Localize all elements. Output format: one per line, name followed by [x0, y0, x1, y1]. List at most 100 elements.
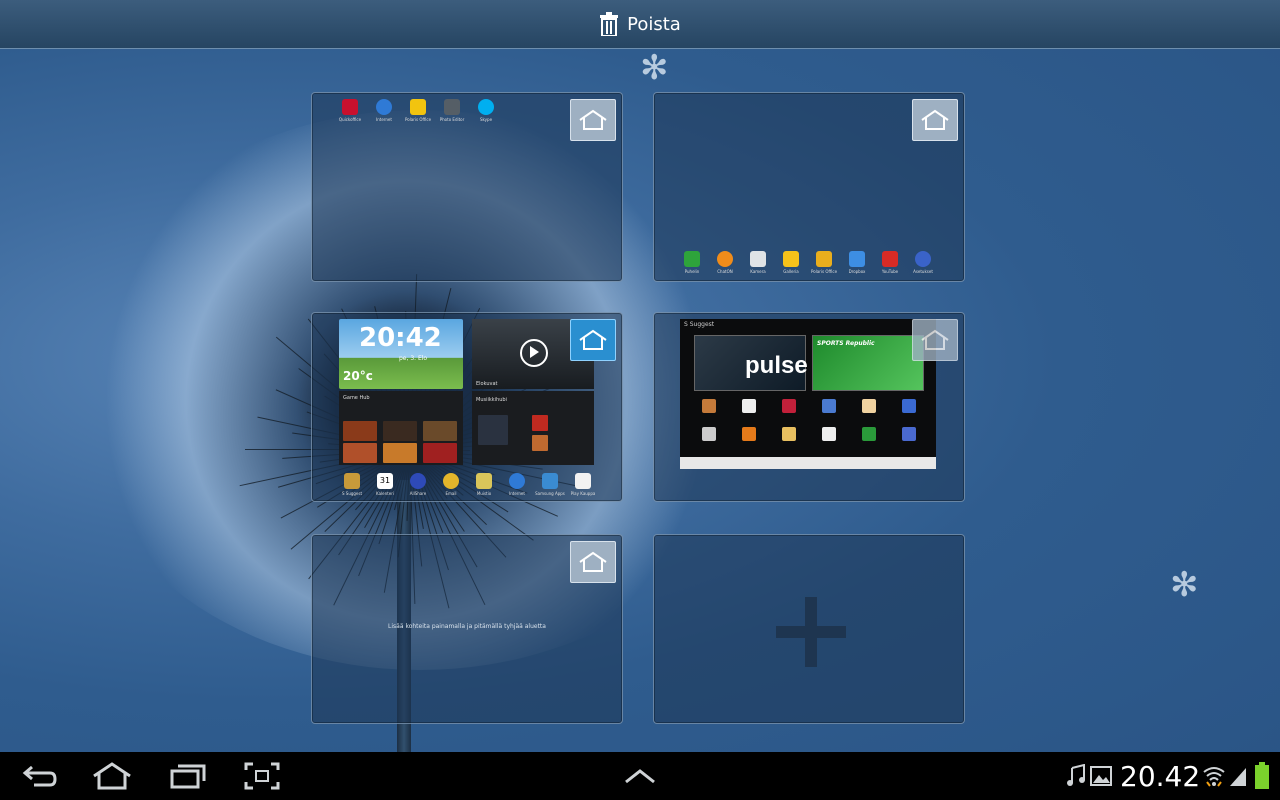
recent-apps-button[interactable] [162, 760, 214, 792]
app-quickoffice: Quickoffice [338, 99, 362, 122]
samsung-apps-icon [542, 473, 558, 489]
app-s-suggest: S Suggest [342, 473, 362, 496]
email-icon [443, 473, 459, 489]
back-button[interactable] [14, 760, 66, 792]
app-polaris: Polaris Office [811, 251, 837, 274]
image-icon [1090, 766, 1112, 786]
game-tile [383, 421, 417, 441]
app-label: Internet [509, 491, 525, 496]
app-label: Play Kauppa [570, 491, 596, 496]
trash-icon [600, 12, 619, 36]
home-icon [579, 551, 607, 572]
screenshot-icon [244, 762, 280, 790]
album-art [478, 415, 508, 445]
allshare-icon [410, 473, 426, 489]
set-home-page-button[interactable] [912, 319, 958, 361]
office-icon [816, 251, 832, 267]
status-clock[interactable]: 20.42 [1120, 760, 1200, 793]
suggested-app-icon [862, 399, 876, 413]
recent-apps-icon [170, 764, 206, 789]
quickoffice-icon [342, 99, 358, 115]
game-tile [423, 443, 457, 463]
home-button[interactable] [86, 760, 138, 792]
globe-icon [376, 99, 392, 115]
app-label: Polaris Office [404, 117, 432, 122]
app-label: Quickoffice [338, 117, 362, 122]
app-label: Samsung Apps [535, 491, 565, 496]
app-photo-editor: Photo Editor [439, 99, 465, 122]
home-page-thumbnail-4[interactable]: S Suggest pulse SPORTS Republic [653, 312, 965, 502]
app-gallery: Galleria [781, 251, 801, 274]
add-page-button[interactable] [653, 534, 965, 724]
suggest-footer [680, 457, 936, 469]
sports-logo-text: SPORTS Republic [817, 340, 875, 347]
app-label: Kamera [750, 269, 766, 274]
music-hub-widget: Elokuvat Musiikkihubi [472, 381, 594, 465]
app-label: Dropbox [848, 269, 866, 274]
app-dropbox: Dropbox [847, 251, 867, 274]
game-tile [343, 443, 377, 463]
signal-icon [1230, 768, 1246, 786]
app-label: Email [445, 491, 457, 496]
app-chaton: ChatON [715, 251, 735, 274]
suggested-app-icon [702, 399, 716, 413]
album-art [532, 435, 548, 451]
app-label: Internet [376, 117, 392, 122]
app-label: S Suggest [341, 491, 363, 496]
app-label: Puhelin [684, 269, 700, 274]
page-1-app-row: Quickoffice Internet Polaris Office Phot… [338, 99, 496, 122]
suggested-app-icon [782, 427, 796, 441]
chart-icon [410, 99, 426, 115]
set-home-page-button[interactable] [570, 541, 616, 583]
app-label: AllShare [409, 491, 427, 496]
app-phone: Puhelin [682, 251, 702, 274]
globe-icon [509, 473, 525, 489]
home-page-thumbnail-3[interactable]: 20:42 pe, 3. Elo 20°c Game Hub Elokuvat … [311, 312, 623, 502]
play-store-icon [575, 473, 591, 489]
game-tile [383, 443, 417, 463]
chevron-up-icon [625, 769, 655, 784]
back-icon [22, 765, 57, 787]
home-page-thumbnail-5[interactable]: Lisää kohteita painamalla ja pitämällä t… [311, 534, 623, 724]
app-allshare: AllShare [408, 473, 428, 496]
home-page-thumbnail-1[interactable]: Quickoffice Internet Polaris Office Phot… [311, 92, 623, 282]
delete-button[interactable]: Poista [599, 12, 681, 36]
s-suggest-icon [344, 473, 360, 489]
game-tile [423, 421, 457, 441]
suggested-app-icon [822, 427, 836, 441]
suggested-app-icon [782, 399, 796, 413]
home-icon [921, 329, 949, 350]
plus-icon [776, 597, 846, 667]
current-home-page-button[interactable] [570, 319, 616, 361]
video-title: Elokuvat [476, 381, 498, 387]
app-label: Photo Editor [439, 117, 465, 122]
camera-icon [750, 251, 766, 267]
settings-icon [915, 251, 931, 267]
suggested-app-icon [902, 427, 916, 441]
skype-icon [478, 99, 494, 115]
widget-time: 20:42 [359, 323, 442, 353]
home-icon [921, 109, 949, 130]
app-samsung-apps: Samsung Apps [535, 473, 565, 496]
page-2-dock-row: Puhelin ChatON Kamera Galleria Polaris O… [682, 251, 933, 274]
home-page-thumbnail-2[interactable]: Puhelin ChatON Kamera Galleria Polaris O… [653, 92, 965, 282]
set-home-page-button[interactable] [570, 99, 616, 141]
battery-icon [1255, 762, 1269, 789]
sports-card: SPORTS Republic [812, 335, 924, 391]
app-memo: Muistio [474, 473, 494, 496]
app-camera: Kamera [748, 251, 768, 274]
app-label: Galleria [783, 269, 799, 274]
screenshot-button[interactable] [236, 760, 288, 792]
suggested-app-icon [902, 399, 916, 413]
floating-seed-icon: ✻ [1170, 565, 1199, 605]
delete-label: Poista [627, 13, 681, 35]
suggested-app-icon [702, 427, 716, 441]
music-hub-title: Musiikkihubi [476, 397, 507, 403]
app-play-store: Play Kauppa [570, 473, 596, 496]
mini-apps-tray-button[interactable] [614, 760, 666, 792]
widget-date: pe, 3. Elo [399, 355, 428, 362]
app-skype: Skype [476, 99, 496, 122]
suggested-app-icon [862, 427, 876, 441]
edit-pages-topbar: Poista [0, 0, 1280, 49]
set-home-page-button[interactable] [912, 99, 958, 141]
